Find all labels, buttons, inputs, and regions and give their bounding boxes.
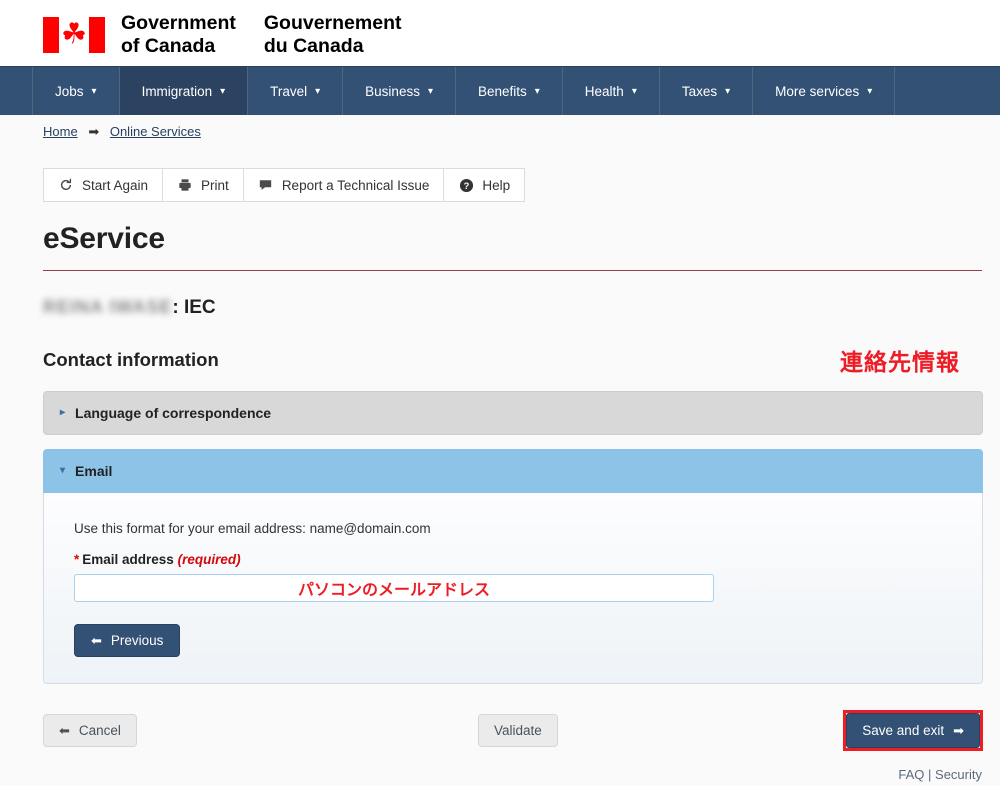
main-content: Start Again Print Report a Technical Iss… [0,168,1000,751]
brand-block: ☘ Government of Canada Gouvernement du C… [43,12,401,58]
arrow-left-icon: ⬅ [59,722,70,738]
chevron-down-icon: ▾ [631,86,637,97]
footer-links: FAQ | Security [898,767,982,782]
chevron-down-icon: ▾ [867,86,873,97]
page-toolbar: Start Again Print Report a Technical Iss… [43,168,526,202]
chevron-down-icon: ▾ [534,86,540,97]
nav-item-business[interactable]: Business ▾ [342,67,455,115]
required-text: (required) [177,552,241,567]
main-navigation: Jobs ▾ Immigration ▾ Travel ▾ Business ▾… [0,66,1000,115]
report-technical-issue-button[interactable]: Report a Technical Issue [242,168,444,202]
email-address-label-text: Email address [82,552,174,567]
help-button[interactable]: ? Help [443,168,526,202]
nav-item-travel[interactable]: Travel ▾ [247,67,342,115]
japanese-annotation-contact-information: 連絡先情報 [840,349,960,375]
print-button[interactable]: Print [162,168,243,202]
nav-item-more-services[interactable]: More services ▾ [752,67,896,115]
wordmark-en-line2: of Canada [121,35,216,57]
accordion-header-email[interactable]: ▾ Email [43,449,983,493]
accordion-header-language-of-correspondence[interactable]: ▸ Language of correspondence [43,391,983,435]
maple-leaf-glyph: ☘ [61,18,87,51]
wordmark-fr-line2: du Canada [263,35,364,57]
chevron-right-icon: ▸ [60,407,66,418]
nav-item-health[interactable]: Health ▾ [561,67,659,115]
cancel-button[interactable]: ⬅ Cancel [43,713,137,747]
wordmark-english: Government of Canada [121,12,236,58]
accordion-title: Email [75,463,113,479]
chevron-down-icon: ▾ [91,86,97,97]
start-again-button[interactable]: Start Again [43,168,163,202]
save-and-exit-label: Save and exit [862,722,945,738]
nav-left-spacer [0,67,32,115]
previous-button-label: Previous [110,633,164,648]
nav-item-label: Travel [270,83,308,99]
chevron-down-icon: ▾ [60,465,66,476]
page-title: eService [43,222,982,271]
printer-icon [177,177,193,193]
previous-button[interactable]: ⬅ Previous [74,624,181,657]
nav-item-jobs[interactable]: Jobs ▾ [32,67,119,115]
arrow-left-icon: ⬅ [91,633,102,648]
page-root: ☘ Government of Canada Gouvernement du C… [0,0,1000,786]
nav-item-taxes[interactable]: Taxes ▾ [658,67,752,115]
start-again-label: Start Again [82,177,149,193]
email-address-label: * Email address (required) [74,552,952,567]
save-and-exit-button[interactable]: Save and exit ➡ [846,712,980,748]
footer-link-security[interactable]: Security [935,767,982,782]
svg-text:?: ? [464,180,470,190]
help-question-icon: ? [458,177,474,193]
chevron-down-icon: ▾ [315,86,321,97]
footer-link-faq[interactable]: FAQ [898,767,924,782]
government-of-canada-header: ☘ Government of Canada Gouvernement du C… [0,0,1000,66]
chevron-down-icon: ▾ [725,86,731,97]
nav-item-label: Health [584,83,624,99]
nav-item-label: Benefits [477,83,527,99]
accordion-language-of-correspondence: ▸ Language of correspondence [43,391,983,435]
speech-bubble-icon [258,177,274,193]
arrow-right-icon: ➡ [953,722,964,738]
nav-item-label: Jobs [55,83,84,99]
breadcrumb-link-home[interactable]: Home [43,124,78,139]
wordmark-en-line1: Government [121,12,236,34]
nav-item-immigration[interactable]: Immigration ▾ [118,67,248,115]
nav-item-label: Taxes [681,83,718,99]
refresh-icon [58,177,74,193]
nav-item-label: Immigration [141,83,213,99]
wordmark-fr-line1: Gouvernement [263,12,402,34]
email-address-input[interactable] [74,574,714,602]
nav-item-label: Business [365,83,420,99]
canada-flag-icon: ☘ [43,17,105,53]
accordion-title: Language of correspondence [75,405,272,421]
chevron-down-icon: ▾ [427,86,433,97]
wordmark-french: Gouvernement du Canada [264,12,402,58]
accordion-body-email: Use this format for your email address: … [43,493,983,684]
applicant-name-redacted: REINA IWASE [43,297,173,317]
validate-button-label: Validate [494,722,542,738]
applicant-program-label: : IEC [172,297,216,318]
report-technical-issue-label: Report a Technical Issue [281,177,430,193]
cancel-button-label: Cancel [78,722,121,738]
arrow-right-icon: ➡ [88,124,100,139]
breadcrumb-link-online-services[interactable]: Online Services [110,124,201,139]
nav-item-benefits[interactable]: Benefits ▾ [454,67,562,115]
required-asterisk-icon: * [74,552,80,567]
form-action-row: ⬅ Cancel Validate Save and exit ➡ [43,709,983,751]
breadcrumb: Home ➡ Online Services [0,115,1000,149]
applicant-line: REINA IWASE : IEC [43,297,982,319]
help-label: Help [482,177,511,193]
section-header-row: Contact information 連絡先情報 [43,343,982,377]
nav-item-label: More services [775,83,860,99]
email-format-hint: Use this format for your email address: … [74,521,431,536]
print-label: Print [201,177,229,193]
validate-button[interactable]: Validate [478,713,558,747]
chevron-down-icon: ▾ [220,86,226,97]
footer-separator: | [928,767,932,782]
accordion-email: ▾ Email Use this format for your email a… [43,449,983,684]
save-and-exit-highlight: Save and exit ➡ [843,709,983,751]
section-title-contact-information: Contact information [43,349,219,370]
